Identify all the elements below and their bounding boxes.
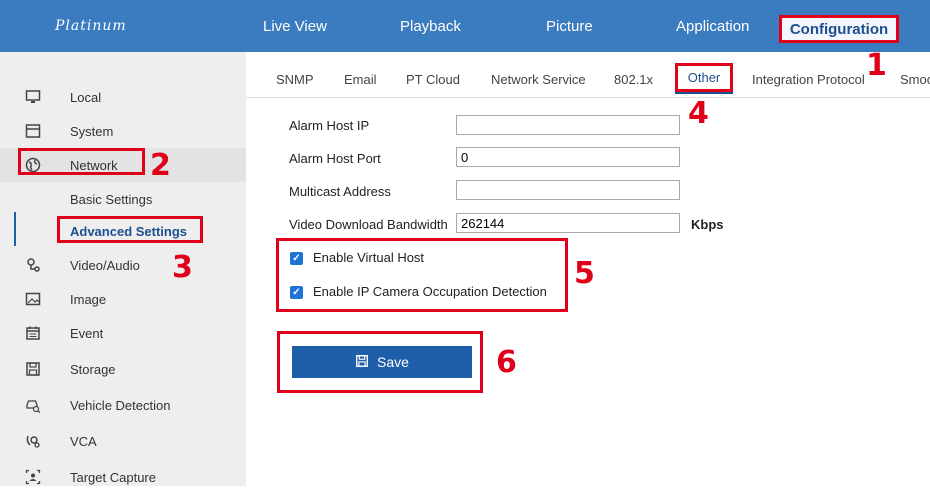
annotation-box-save: [277, 331, 483, 393]
step-number-6: 6: [496, 345, 517, 380]
step-number-5: 5: [574, 256, 595, 291]
sidebar-item-label: System: [70, 123, 114, 139]
nav-playback[interactable]: Playback: [400, 18, 461, 35]
sidebar-item-label: Event: [70, 325, 104, 341]
annotation-box-network: [18, 148, 145, 175]
vca-icon: [24, 432, 42, 450]
tab-pt-cloud[interactable]: PT Cloud: [406, 72, 460, 87]
sidebar-subitem-basic-settings[interactable]: Basic Settings: [0, 182, 246, 216]
multicast-address-input[interactable]: [456, 180, 680, 200]
sidebar-item-local[interactable]: Local: [0, 80, 246, 114]
sidebar-subitem-label: Basic Settings: [70, 191, 153, 207]
monitor-icon: [24, 88, 42, 106]
sidebar-item-vca[interactable]: VCA: [0, 424, 246, 458]
tab-active-underline: [675, 92, 733, 94]
target-capture-icon: [24, 468, 42, 486]
sidebar-item-storage[interactable]: Storage: [0, 352, 246, 386]
tab-snmp[interactable]: SNMP: [276, 72, 314, 87]
sidebar-item-vehicle-detection[interactable]: Vehicle Detection: [0, 388, 246, 422]
video-audio-icon: [24, 256, 42, 274]
step-number-1: 1: [866, 48, 887, 83]
sidebar-item-system[interactable]: System: [0, 114, 246, 148]
alarm-host-ip-input[interactable]: [456, 115, 680, 135]
annotation-box-checkboxes: [276, 238, 568, 312]
video-download-bandwidth-input[interactable]: [456, 213, 680, 233]
tab-other[interactable]: Other: [675, 63, 733, 92]
bandwidth-unit: Kbps: [691, 217, 724, 232]
floppy-disk-icon: [24, 360, 42, 378]
sub-tab-bar: SNMP Email PT Cloud Network Service 802.…: [246, 52, 930, 98]
nav-picture[interactable]: Picture: [546, 18, 593, 35]
sidebar-item-target-capture[interactable]: Target Capture: [0, 460, 246, 494]
sidebar-item-label: Image: [70, 291, 107, 307]
brand-logo: Platinum: [55, 18, 127, 34]
sidebar-item-image[interactable]: Image: [0, 282, 246, 316]
sidebar-active-indicator: [14, 212, 16, 246]
video-download-bandwidth-label: Video Download Bandwidth: [289, 217, 448, 232]
tab-integration-protocol[interactable]: Integration Protocol: [752, 72, 865, 87]
alarm-host-port-label: Alarm Host Port: [289, 151, 381, 166]
window-icon: [24, 122, 42, 140]
tab-802-1x[interactable]: 802.1x: [614, 72, 653, 87]
tab-email[interactable]: Email: [344, 72, 377, 87]
sidebar-item-label: Target Capture: [70, 469, 156, 485]
calendar-icon: [24, 324, 42, 342]
sidebar-item-label: Vehicle Detection: [70, 397, 171, 413]
image-icon: [24, 290, 42, 308]
alarm-host-port-input[interactable]: [456, 147, 680, 167]
sidebar-item-label: Storage: [70, 361, 116, 377]
step-number-3: 3: [172, 250, 193, 285]
sidebar-item-video-audio[interactable]: Video/Audio: [0, 248, 246, 282]
sidebar-item-label: Local: [70, 89, 102, 105]
sidebar-item-label: VCA: [70, 433, 97, 449]
sidebar-item-label: Video/Audio: [70, 257, 140, 273]
tab-network-service[interactable]: Network Service: [491, 72, 586, 87]
multicast-address-label: Multicast Address: [289, 184, 391, 199]
tab-smoo[interactable]: Smoo: [900, 72, 930, 87]
annotation-box-advanced-settings: [57, 216, 203, 243]
nav-application[interactable]: Application: [676, 18, 749, 35]
nav-configuration[interactable]: Configuration: [779, 15, 899, 43]
sidebar: Local System Network Basic Settings Adva…: [0, 52, 246, 486]
top-navigation-bar: Platinum Live View Playback Picture Appl…: [0, 0, 930, 52]
alarm-host-ip-label: Alarm Host IP: [289, 118, 370, 133]
step-number-4: 4: [688, 96, 709, 131]
nav-live-view[interactable]: Live View: [263, 18, 327, 35]
vehicle-search-icon: [24, 396, 42, 414]
sidebar-item-event[interactable]: Event: [0, 316, 246, 350]
step-number-2: 2: [150, 148, 171, 183]
